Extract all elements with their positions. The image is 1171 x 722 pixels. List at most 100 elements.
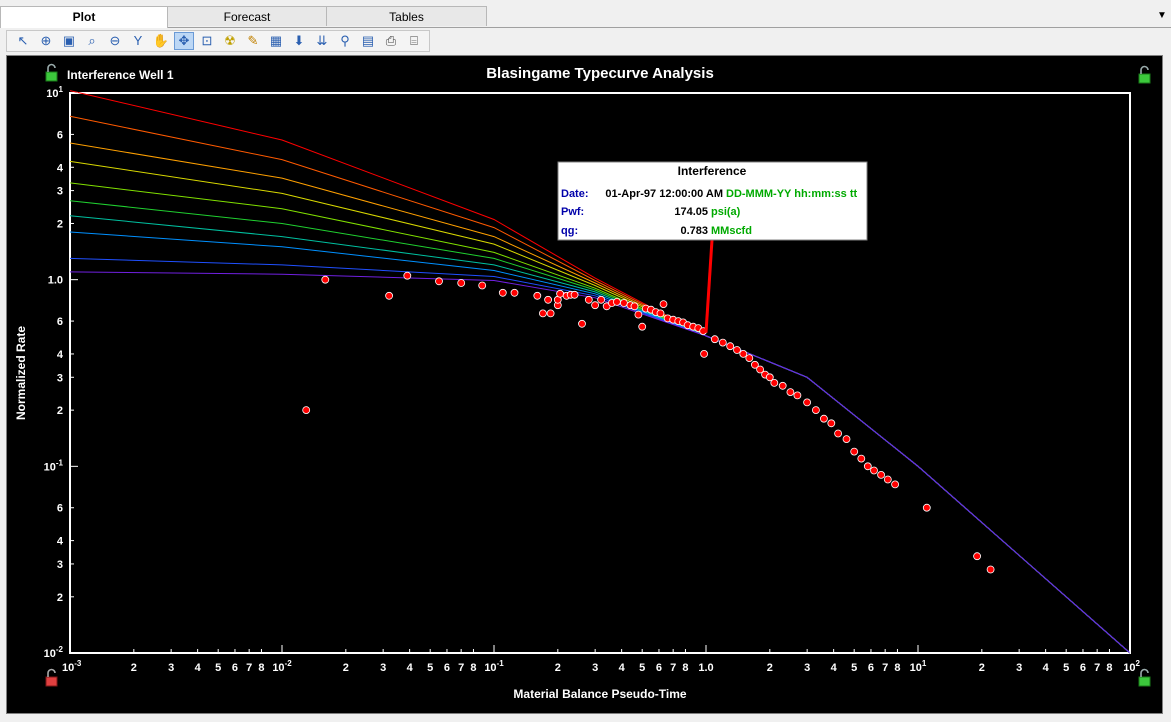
data-point[interactable] xyxy=(986,565,995,574)
tab-forecast[interactable]: Forecast xyxy=(167,6,327,26)
grid-table-icon[interactable]: ▦ xyxy=(266,32,286,50)
y-tick-label: 3 xyxy=(57,186,63,198)
data-point[interactable] xyxy=(700,349,708,358)
zoom-in-icon[interactable]: ⊕ xyxy=(36,32,56,50)
data-tooltip: Interference Date: 01-Apr-97 12:00:00 AM… xyxy=(557,161,868,241)
hand-pan-icon[interactable]: ✋ xyxy=(151,32,171,50)
data-point[interactable] xyxy=(834,429,842,438)
data-point[interactable] xyxy=(597,295,605,304)
x-ticks-group: 10-3 2 3 4 5 6 7 8 10-2 2 3 4 5 6 7 8 10-1 2 3 4 5 6 7 8 1.0 2 3 4 5… xyxy=(62,645,1141,674)
export-image-icon[interactable]: ▤ xyxy=(358,32,378,50)
x-tick-label: 2 xyxy=(555,662,561,674)
tab-menu-chevron-down-icon[interactable]: ▼ xyxy=(1157,11,1167,21)
x-tick-label: 6 xyxy=(868,662,874,674)
data-point[interactable] xyxy=(620,299,628,307)
unlock-top-right-icon[interactable] xyxy=(1138,65,1151,84)
zoom-out-icon[interactable]: ⊖ xyxy=(105,32,125,50)
data-point[interactable] xyxy=(570,290,579,299)
data-point[interactable] xyxy=(656,309,665,318)
data-point[interactable] xyxy=(812,406,820,415)
unlock-bottom-right-icon[interactable] xyxy=(1138,668,1151,687)
data-point[interactable] xyxy=(578,319,586,328)
pencil-icon[interactable]: ✎ xyxy=(243,32,263,50)
data-point[interactable] xyxy=(891,480,899,489)
plot-area[interactable]: Blasingame Typecurve Analysis Interferen… xyxy=(6,55,1163,714)
select-point-icon[interactable]: ⊡ xyxy=(197,32,217,50)
data-point[interactable] xyxy=(710,335,719,344)
print-icon[interactable]: ⎙ xyxy=(381,32,401,50)
data-point[interactable] xyxy=(870,466,878,475)
x-tick-label: 7 xyxy=(458,662,464,674)
data-point[interactable] xyxy=(922,503,931,512)
x-axis-label: Material Balance Pseudo-Time xyxy=(513,687,687,701)
data-point[interactable] xyxy=(302,406,311,415)
data-point[interactable] xyxy=(827,419,836,428)
arrow-down-icon[interactable]: ⬇ xyxy=(289,32,309,50)
tooltip-title: Interference xyxy=(678,164,747,178)
data-point[interactable] xyxy=(883,475,892,484)
tooltip-pwf-unit: psi(a) xyxy=(711,206,741,218)
x-tick-label: 102 xyxy=(1123,659,1140,674)
lock-bottom-left-icon[interactable] xyxy=(45,668,58,687)
data-point[interactable] xyxy=(385,291,394,300)
data-point[interactable] xyxy=(778,381,787,390)
move-icon[interactable]: ✥ xyxy=(174,32,194,50)
data-point[interactable] xyxy=(478,281,487,290)
zoom-box-icon[interactable]: ▣ xyxy=(59,32,79,50)
data-point[interactable] xyxy=(584,295,593,304)
y-tick-label: 10-1 xyxy=(44,458,64,473)
x-tick-label: 5 xyxy=(851,662,857,674)
data-point[interactable] xyxy=(877,470,885,479)
data-point[interactable] xyxy=(498,288,507,297)
data-point[interactable] xyxy=(973,552,981,561)
data-point[interactable] xyxy=(842,435,851,444)
x-tick-label: 4 xyxy=(619,662,626,674)
data-point[interactable] xyxy=(539,309,547,318)
data-point[interactable] xyxy=(321,275,330,284)
tab-plot[interactable]: Plot xyxy=(0,6,168,28)
x-tick-label: 5 xyxy=(639,662,645,674)
pointer-icon[interactable]: ↖ xyxy=(13,32,33,50)
filter-funnel-icon[interactable]: Y xyxy=(128,32,148,50)
x-tick-label: 5 xyxy=(427,662,433,674)
data-point[interactable] xyxy=(745,354,754,363)
data-point[interactable] xyxy=(803,398,811,407)
data-point[interactable] xyxy=(857,454,866,463)
zoom-icon[interactable]: ⌕ xyxy=(82,32,102,50)
data-point[interactable] xyxy=(556,289,564,298)
tab-tables[interactable]: Tables xyxy=(326,6,487,26)
data-point[interactable] xyxy=(634,310,643,319)
data-point[interactable] xyxy=(544,295,552,304)
data-point[interactable] xyxy=(733,346,741,354)
data-point[interactable] xyxy=(793,391,802,400)
data-point[interactable] xyxy=(786,388,795,397)
data-point[interactable] xyxy=(638,322,647,331)
data-point[interactable] xyxy=(863,462,872,471)
data-point[interactable] xyxy=(820,414,828,423)
data-point[interactable] xyxy=(591,301,599,310)
data-point[interactable] xyxy=(659,300,668,309)
data-point[interactable] xyxy=(770,378,779,387)
data-point[interactable] xyxy=(457,279,466,287)
data-point[interactable] xyxy=(718,338,727,347)
data-point[interactable] xyxy=(726,342,735,351)
double-arrow-down-icon[interactable]: ⇊ xyxy=(312,32,332,50)
print-preview-icon[interactable]: ⌸ xyxy=(404,32,424,50)
data-point[interactable] xyxy=(850,447,859,456)
data-point[interactable] xyxy=(546,309,555,318)
tooltip-pwf-label: Pwf: xyxy=(561,206,584,218)
x-tick-label: 4 xyxy=(407,662,414,674)
data-point[interactable] xyxy=(435,277,443,286)
data-point[interactable] xyxy=(533,291,542,300)
radiation-icon[interactable]: ☢ xyxy=(220,32,240,50)
data-point[interactable] xyxy=(403,271,412,280)
x-tick-label: 7 xyxy=(670,662,676,674)
data-point[interactable] xyxy=(613,297,621,306)
chart-svg[interactable]: Blasingame Typecurve Analysis Interferen… xyxy=(7,56,1162,713)
unlock-top-left-icon[interactable] xyxy=(45,63,58,82)
data-point[interactable] xyxy=(510,288,519,297)
data-point[interactable] xyxy=(739,349,748,358)
y-tick-label: 6 xyxy=(57,503,63,515)
filter-icon[interactable]: ⚲ xyxy=(335,32,355,50)
data-point[interactable] xyxy=(630,302,639,311)
